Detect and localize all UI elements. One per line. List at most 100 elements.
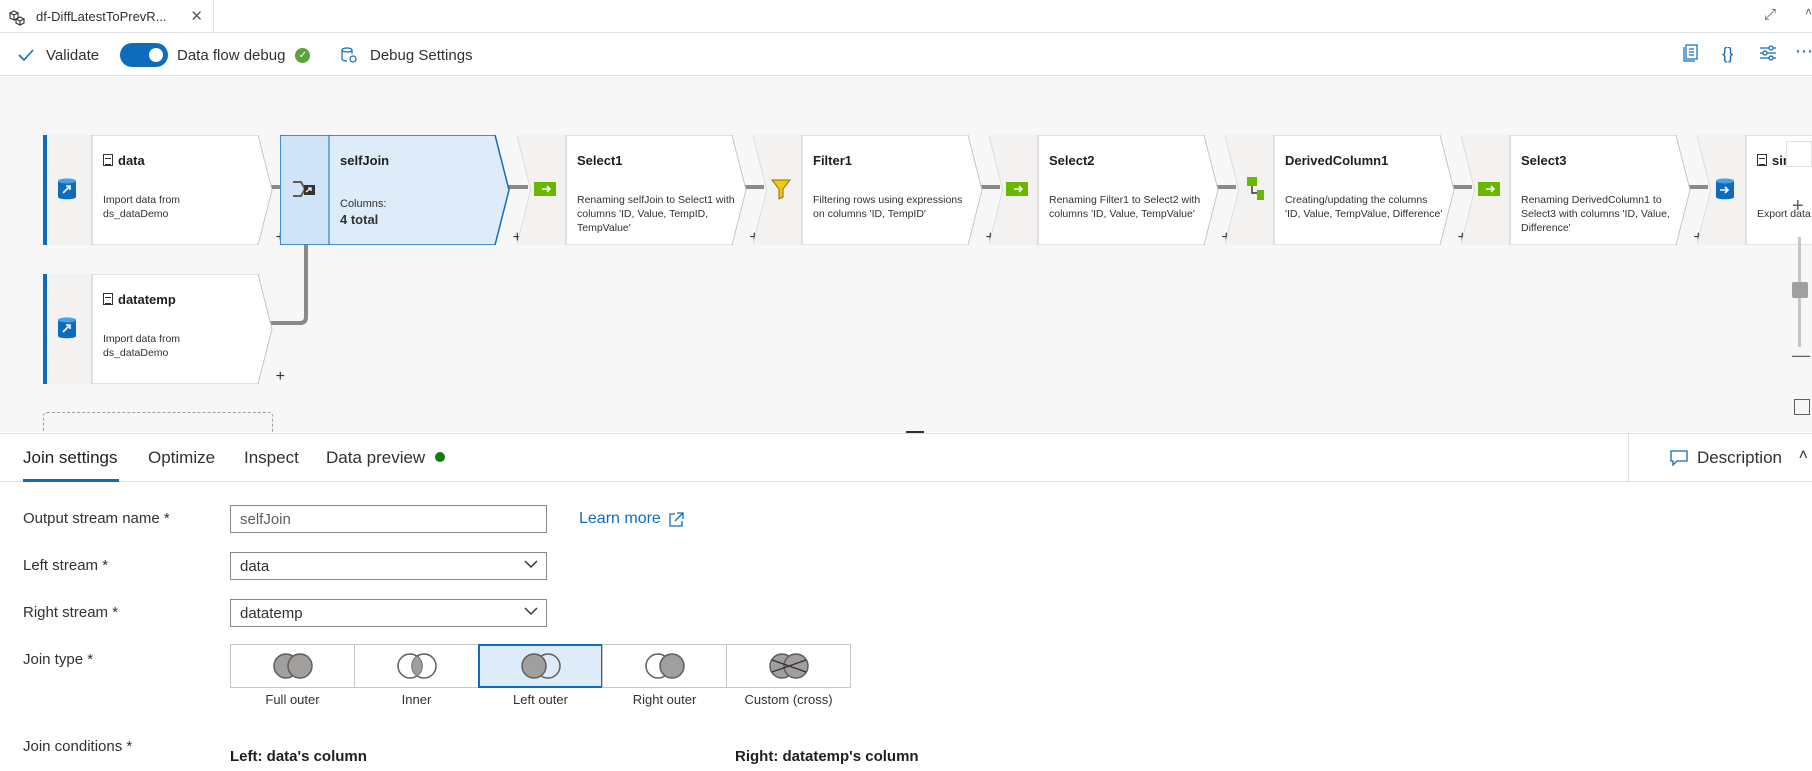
node-title: Select2 xyxy=(1049,153,1095,168)
node-title: Select1 xyxy=(577,153,623,168)
columns-value: 4 total xyxy=(340,212,379,227)
comment-icon xyxy=(1670,450,1688,466)
join-type-label-custom-cross: Custom (cross) xyxy=(744,692,833,707)
chevron-down-icon xyxy=(524,607,538,615)
debug-settings-button[interactable]: Debug Settings xyxy=(340,34,473,76)
zoom-out-icon[interactable]: — xyxy=(1792,345,1810,366)
node-select3[interactable]: Select3 Renaming DerivedColumn1 to Selec… xyxy=(1461,135,1703,246)
join-type-full-outer[interactable] xyxy=(230,644,355,688)
columns-label: Columns: xyxy=(340,198,387,210)
json-braces-icon[interactable]: {} xyxy=(1722,44,1733,64)
properties-icon[interactable] xyxy=(1759,44,1777,67)
learn-more-link[interactable]: Learn more xyxy=(579,510,684,528)
select-icon xyxy=(531,175,559,203)
inner-join-icon xyxy=(396,653,437,679)
left-outer-join-icon xyxy=(520,653,561,679)
join-type-label-left-outer: Left outer xyxy=(513,692,568,707)
node-description: Import data from ds_dataDemo xyxy=(103,194,181,220)
output-stream-label: Output stream name * xyxy=(23,510,170,527)
left-stream-label: Left stream * xyxy=(23,557,109,574)
node-title: Select3 xyxy=(1521,153,1567,168)
right-outer-join-icon xyxy=(644,653,685,679)
join-type-label: Join type * xyxy=(23,651,94,668)
node-description: Creating/updating the columns 'ID, Value… xyxy=(1285,194,1443,220)
dataflow-icon xyxy=(6,6,28,28)
more-options-icon[interactable]: ⋯ xyxy=(1795,41,1812,62)
fit-to-screen-icon[interactable] xyxy=(1794,399,1810,415)
code-view-icon[interactable] xyxy=(1683,44,1699,67)
add-source-placeholder[interactable] xyxy=(43,412,273,432)
node-title: selfJoin xyxy=(340,153,390,168)
data-flow-canvas[interactable]: data Import data from ds_dataDemo + self… xyxy=(0,77,1812,432)
tab-data-preview[interactable]: Data preview xyxy=(326,448,446,468)
join-type-inner[interactable] xyxy=(354,644,479,688)
node-datatemp[interactable]: datatemp Import data from ds_dataDemo + xyxy=(43,274,285,385)
tab-title: df-DiffLatestToPrevR... xyxy=(36,9,167,24)
expand-icon[interactable]: ⤢ xyxy=(1764,6,1776,23)
node-description: Renaming DerivedColumn1 to Select3 with … xyxy=(1521,194,1670,234)
node-select1[interactable]: Select1 Renaming selfJoin to Select1 wit… xyxy=(517,135,759,246)
sink-icon xyxy=(1711,175,1739,203)
source-icon xyxy=(53,175,81,203)
node-title: data xyxy=(103,153,145,168)
full-outer-join-icon xyxy=(272,653,313,679)
filter-icon xyxy=(767,175,795,203)
chevron-up-icon[interactable]: ˄ xyxy=(1799,447,1808,465)
left-stream-select[interactable]: data xyxy=(230,552,547,580)
node-selfjoin[interactable]: selfJoin Columns: 4 total + xyxy=(280,135,522,246)
zoom-search-button[interactable] xyxy=(1786,141,1812,167)
scroll-up-icon[interactable]: ˄ xyxy=(1805,5,1812,19)
description-button[interactable]: Description xyxy=(1670,448,1782,468)
node-description: Filtering rows using expressions on colu… xyxy=(813,194,963,220)
node-description: Renaming Filter1 to Select2 with columns… xyxy=(1049,194,1201,220)
node-derivedcolumn1[interactable]: DerivedColumn1 Creating/updating the col… xyxy=(1225,135,1467,246)
tab-inspect[interactable]: Inspect xyxy=(244,448,299,468)
panel-tabs: Join settings Optimize Inspect Data prev… xyxy=(0,434,1812,482)
output-stream-input[interactable]: selfJoin xyxy=(230,505,547,533)
join-type-right-outer[interactable] xyxy=(602,644,727,688)
debug-label: Data flow debug xyxy=(177,46,286,64)
debug-settings-label: Debug Settings xyxy=(370,46,473,64)
join-type-label-inner: Inner xyxy=(401,692,432,707)
node-filter1[interactable]: Filter1 Filtering rows using expressions… xyxy=(753,135,995,246)
node-title: Filter1 xyxy=(813,153,853,168)
node-title: datatemp xyxy=(103,292,176,307)
join-type-label-right-outer: Right outer xyxy=(632,692,697,707)
join-type-left-outer[interactable] xyxy=(478,644,603,688)
tab-optimize[interactable]: Optimize xyxy=(148,448,215,468)
select-icon xyxy=(1003,175,1031,203)
debug-status-icon: ✓ xyxy=(295,47,311,63)
debug-settings-icon xyxy=(341,47,357,63)
data-flow-debug-toggle[interactable]: Data flow debug ✓ xyxy=(120,34,311,76)
divider xyxy=(1628,434,1629,482)
join-type-label-full-outer: Full outer xyxy=(265,692,320,707)
zoom-in-icon[interactable]: + xyxy=(1792,195,1804,218)
close-icon[interactable]: ✕ xyxy=(190,7,203,25)
node-description: Import data from ds_dataDemo xyxy=(103,333,181,359)
external-link-icon xyxy=(669,511,684,527)
checkmark-icon xyxy=(18,49,34,62)
node-description: Renaming selfJoin to Select1 with column… xyxy=(577,194,735,234)
join-type-custom-cross[interactable] xyxy=(726,644,851,688)
join-conditions-label: Join conditions * xyxy=(23,738,133,755)
node-select2[interactable]: Select2 Renaming Filter1 to Select2 with… xyxy=(989,135,1231,246)
right-stream-label: Right stream * xyxy=(23,604,119,621)
validate-button[interactable]: Validate xyxy=(18,34,99,76)
tab-join-settings[interactable]: Join settings xyxy=(23,448,118,468)
document-tab-bar: df-DiffLatestToPrevR... ✕ ⤢ ˄ xyxy=(0,0,1812,33)
dataflow-tab[interactable]: df-DiffLatestToPrevR... ✕ xyxy=(0,0,214,33)
right-column-header: Right: datatemp's column xyxy=(735,748,919,765)
chevron-down-icon xyxy=(524,560,538,568)
status-dot xyxy=(435,452,446,462)
right-stream-select[interactable]: datatemp xyxy=(230,599,547,627)
join-icon xyxy=(290,175,318,203)
left-column-header: Left: data's column xyxy=(230,748,367,765)
zoom-slider-thumb[interactable] xyxy=(1792,282,1808,298)
join-type-selector xyxy=(230,644,855,688)
active-tab-indicator xyxy=(23,479,119,482)
node-data[interactable]: data Import data from ds_dataDemo + xyxy=(43,135,285,246)
add-transform-button[interactable]: + xyxy=(276,368,285,386)
toggle-switch[interactable] xyxy=(120,43,168,67)
source-icon xyxy=(53,314,81,342)
toolbar: Validate Data flow debug ✓ Debug Setting… xyxy=(0,34,1812,76)
